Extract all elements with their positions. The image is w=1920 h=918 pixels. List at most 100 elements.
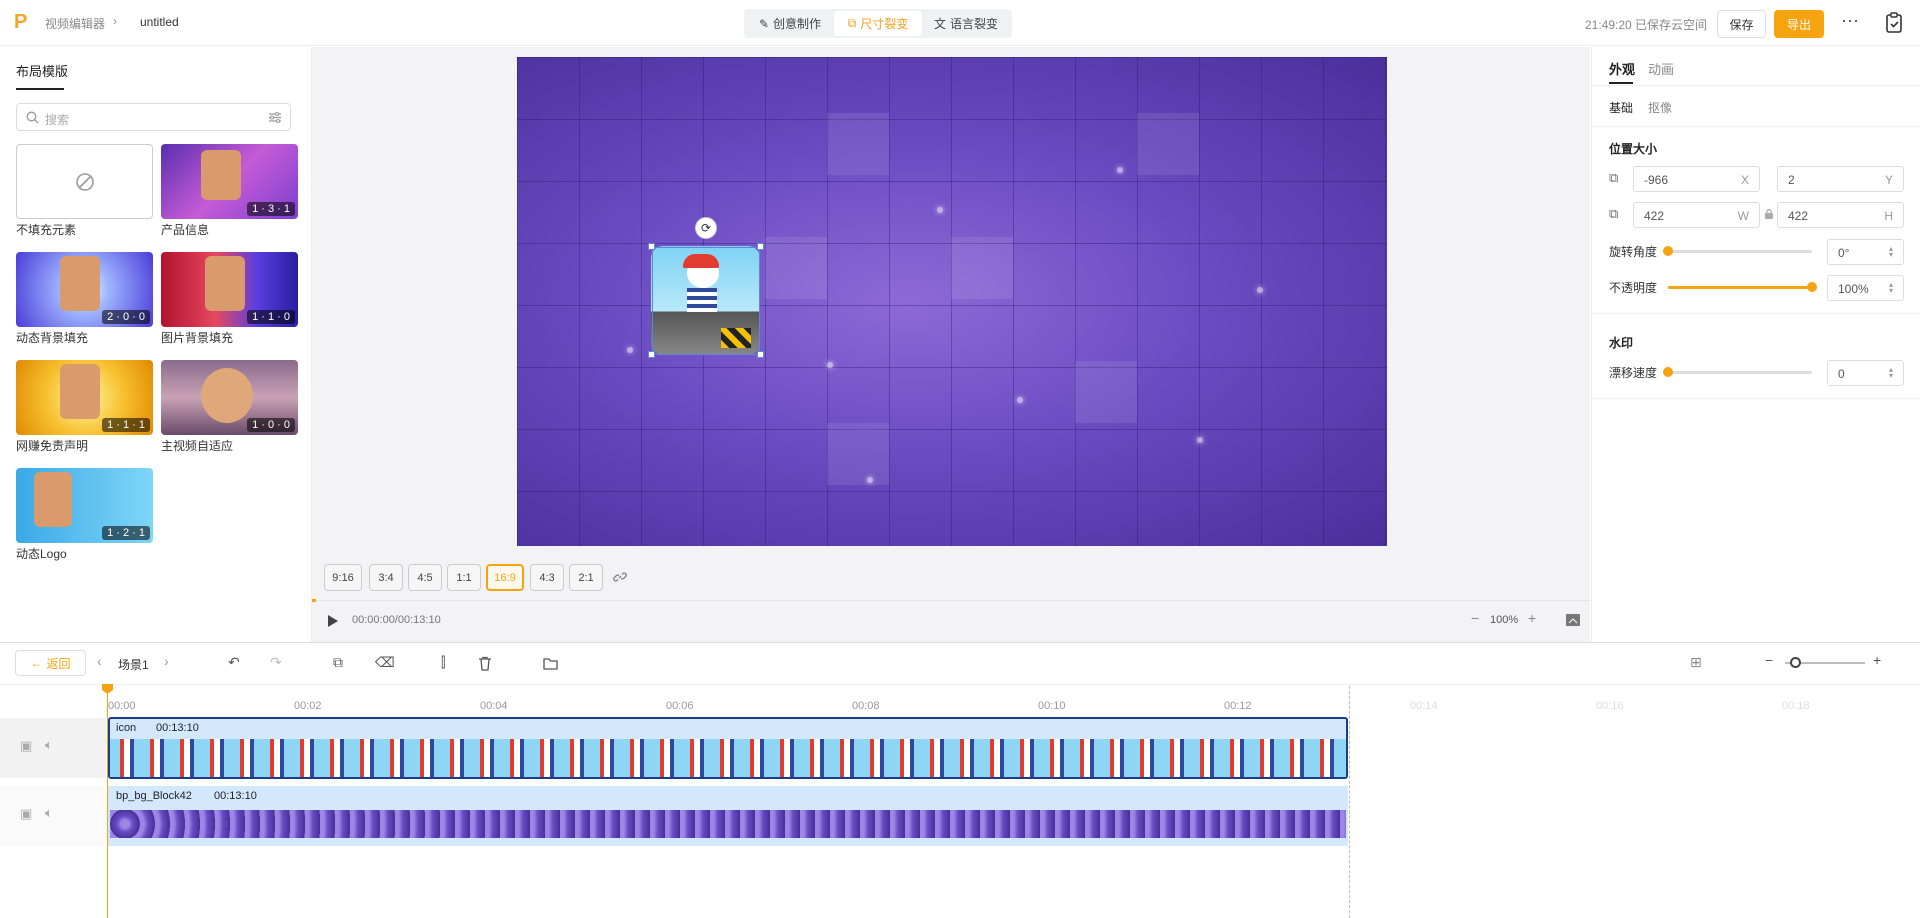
tab-creative[interactable]: ✎ 创意制作 <box>746 11 834 36</box>
background-clip[interactable]: bp_bg_Block42 00:13:10 <box>108 786 1348 846</box>
resize-icon: ⧉ <box>847 16 857 30</box>
progress-bar <box>312 599 316 602</box>
playback-time: 00:00:00/00:13:10 <box>352 614 441 626</box>
template-badge: 1 · 1 · 0 <box>247 310 295 324</box>
drift-speed-input[interactable]: 0 ▴ ▾ <box>1827 360 1904 386</box>
divider <box>1592 398 1920 399</box>
delete-icon[interactable] <box>478 656 492 671</box>
tab-animation[interactable]: 动画 <box>1648 59 1674 78</box>
opacity-slider-knob[interactable] <box>1807 282 1817 292</box>
undo-icon[interactable]: ↶ <box>228 654 240 671</box>
export-button[interactable]: 导出 <box>1774 10 1824 38</box>
opacity-slider[interactable] <box>1668 286 1812 289</box>
resize-handle[interactable] <box>757 351 764 358</box>
timeline-zoom-in-icon[interactable]: + <box>1873 652 1881 668</box>
divider <box>1592 313 1920 314</box>
icon-clip[interactable]: icon 00:13:10 <box>108 717 1348 779</box>
more-icon[interactable]: ··· <box>1838 10 1862 36</box>
template-badge: 1 · 3 · 1 <box>247 202 295 216</box>
template-dynamic-bg[interactable]: 2 · 0 · 0 <box>16 252 153 327</box>
rotation-input[interactable]: 0° ▴ ▾ <box>1827 239 1904 265</box>
folder-icon[interactable] <box>543 657 558 670</box>
template-image-bg[interactable]: 1 · 1 · 0 <box>161 252 298 327</box>
sparkle <box>1257 287 1263 293</box>
prev-scene-icon[interactable]: ‹ <box>97 653 102 669</box>
filter-icon[interactable] <box>268 111 282 124</box>
background-tile <box>951 237 1013 299</box>
rotation-slider-knob[interactable] <box>1663 246 1673 256</box>
tab-language-variation[interactable]: 文语言裂变 <box>922 11 1010 36</box>
sparkle <box>867 477 873 483</box>
drift-speed-slider[interactable] <box>1668 371 1812 374</box>
playhead[interactable] <box>107 686 108 918</box>
clip-name: bp_bg_Block42 <box>116 790 192 802</box>
template-dynamic-logo[interactable]: 1 · 2 · 1 <box>16 468 153 543</box>
resize-handle[interactable] <box>757 243 764 250</box>
template-no-fill[interactable] <box>16 144 153 219</box>
timeline-zoom-knob[interactable] <box>1790 657 1801 668</box>
position-icon: ⧉ <box>1609 170 1619 185</box>
template-badge: 1 · 1 · 1 <box>102 418 150 432</box>
divider <box>1592 85 1920 86</box>
search-input[interactable]: 搜索 <box>16 103 291 131</box>
redo-icon[interactable]: ↷ <box>270 654 282 671</box>
ruler-tick: 00:02 <box>294 700 322 712</box>
split-icon[interactable]: ⫿ <box>441 654 445 671</box>
copy-icon[interactable]: ⧉ <box>333 654 343 671</box>
ratio-9-16[interactable]: 9:16 <box>324 564 362 591</box>
width-input[interactable]: 422 W <box>1633 202 1760 228</box>
y-input[interactable]: 2Y <box>1777 166 1904 192</box>
tab-appearance[interactable]: 外观 <box>1609 59 1635 78</box>
template-disclaimer[interactable]: 1 · 1 · 1 <box>16 360 153 435</box>
resize-handle[interactable] <box>648 351 655 358</box>
watermark-title: 水印 <box>1609 336 1634 350</box>
ruler-tick: 00:04 <box>480 700 508 712</box>
zoom-in-icon[interactable]: + <box>1528 610 1536 626</box>
resize-handle[interactable] <box>648 243 655 250</box>
template-product-info[interactable]: 1 · 3 · 1 <box>161 144 298 219</box>
subtab-matting[interactable]: 抠像 <box>1648 99 1672 116</box>
breadcrumb-editor[interactable]: 视频编辑器 <box>45 15 105 32</box>
ratio-1-1[interactable]: 1:1 <box>447 564 481 591</box>
ratio-3-4[interactable]: 3:4 <box>369 564 403 591</box>
template-name: 网赚免责声明 <box>16 439 89 453</box>
project-title: untitled <box>140 15 179 29</box>
video-canvas[interactable] <box>517 57 1387 546</box>
tab-size-variation[interactable]: ⧉ 尺寸裂变 <box>834 11 922 36</box>
ratio-4-3[interactable]: 4:3 <box>530 564 564 591</box>
save-button[interactable]: 保存 <box>1717 10 1766 38</box>
link-icon[interactable] <box>613 570 627 584</box>
position-size-title: 位置大小 <box>1609 142 1658 156</box>
chevron-right-icon: › <box>113 14 117 28</box>
template-main-video-adaptive[interactable]: 1 · 0 · 0 <box>161 360 298 435</box>
rotate-handle-icon[interactable]: ⟳ <box>695 217 717 239</box>
zoom-out-icon[interactable]: − <box>1471 610 1479 626</box>
clipboard-check-icon[interactable] <box>1884 12 1904 34</box>
fit-screen-icon[interactable] <box>1565 613 1581 627</box>
background-tile <box>827 423 889 485</box>
back-button[interactable]: ← 返回 <box>15 650 86 676</box>
ratio-16-9[interactable]: 16:9 <box>486 564 524 591</box>
ratio-4-5[interactable]: 4:5 <box>408 564 442 591</box>
volume-icon[interactable]: 🔈︎ <box>45 805 53 821</box>
lock-icon[interactable] <box>1764 208 1774 220</box>
next-scene-icon[interactable]: › <box>164 653 169 669</box>
opacity-input[interactable]: 100% ▴ ▾ <box>1827 275 1904 301</box>
template-name: 产品信息 <box>161 223 210 237</box>
drift-speed-slider-knob[interactable] <box>1663 367 1673 377</box>
snap-icon[interactable]: ⊞ <box>1690 654 1702 671</box>
timeline-zoom-out-icon[interactable]: − <box>1765 652 1773 668</box>
clear-icon[interactable]: ⌫ <box>375 654 395 671</box>
ratio-2-1[interactable]: 2:1 <box>569 564 603 591</box>
subtab-basic[interactable]: 基础 <box>1609 99 1633 116</box>
ruler-tick: 00:18 <box>1782 700 1810 712</box>
template-name: 动态Logo <box>16 547 67 561</box>
height-input[interactable]: 422 H <box>1777 202 1904 228</box>
volume-icon[interactable]: 🔈︎ <box>45 737 53 753</box>
thumbnail-image <box>34 472 72 527</box>
rotation-slider[interactable] <box>1668 250 1812 253</box>
opacity-label: 不透明度 <box>1609 281 1658 295</box>
play-icon[interactable] <box>327 614 339 628</box>
x-input[interactable]: -966 X <box>1633 166 1760 192</box>
thumbnail-image <box>205 256 245 311</box>
